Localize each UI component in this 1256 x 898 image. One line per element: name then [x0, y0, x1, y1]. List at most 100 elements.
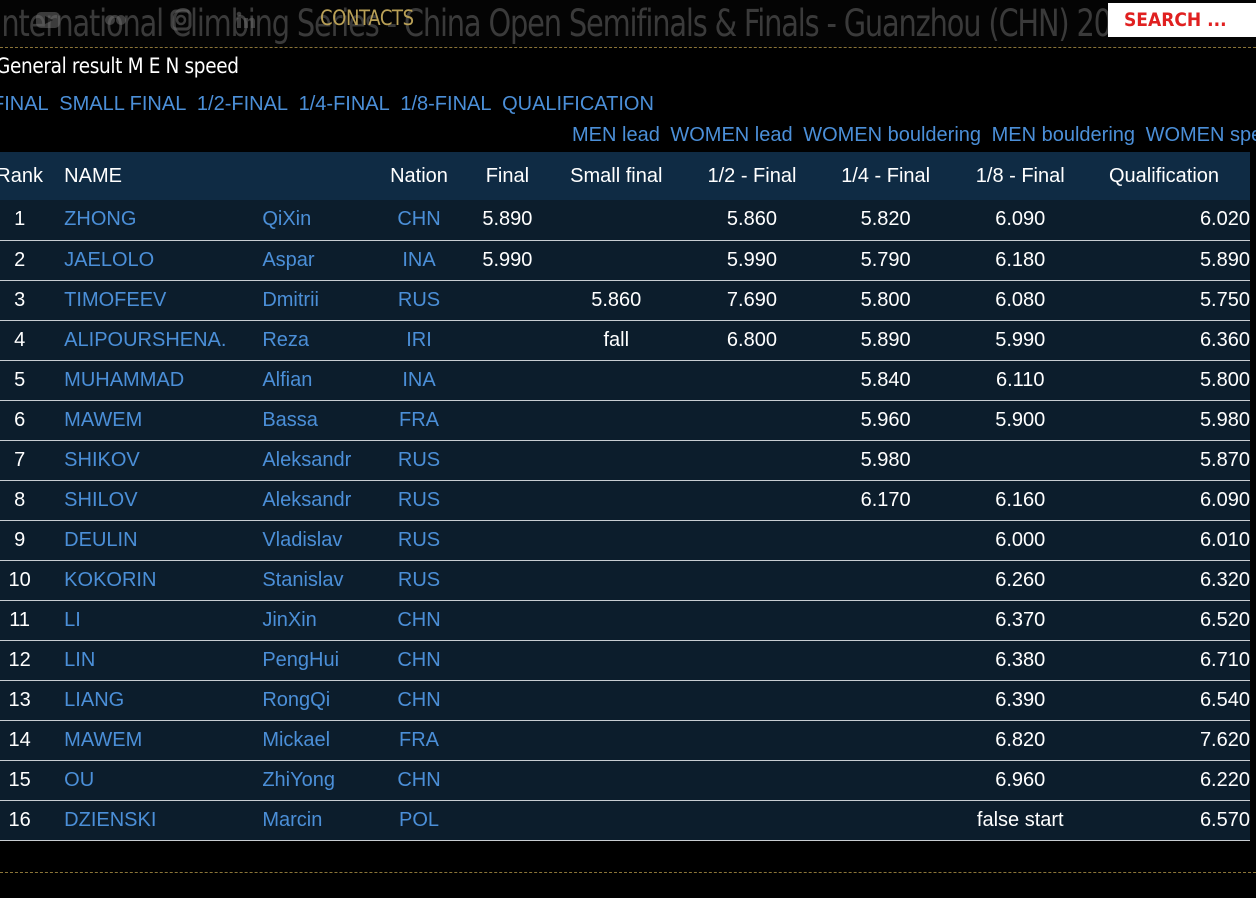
athlete-firstname-link[interactable]: QiXin — [262, 200, 368, 241]
nation-link[interactable]: RUS — [367, 520, 471, 561]
youtube-icon[interactable] — [34, 8, 62, 32]
round-link-quarterfinal[interactable]: 1/4-FINAL — [299, 93, 390, 115]
nation-link[interactable]: CHN — [367, 760, 471, 801]
athlete-lastname-link[interactable]: KOKORIN — [64, 560, 263, 601]
eighthfinal-time-cell: 6.110 — [955, 360, 1085, 401]
small-final-time-cell: 5.860 — [544, 280, 689, 321]
nation-link[interactable]: POL — [367, 800, 471, 841]
header-quarterfinal[interactable]: 1/4 - Final — [816, 152, 956, 200]
athlete-lastname-link[interactable]: ALIPOURSHENA. — [64, 320, 263, 361]
semifinal-time-cell — [688, 560, 816, 601]
athlete-lastname-link[interactable]: TIMOFEEV — [64, 280, 263, 321]
round-link-semifinal[interactable]: 1/2-FINAL — [197, 93, 288, 115]
athlete-firstname-link[interactable]: Alfian — [262, 360, 368, 401]
athlete-lastname-link[interactable]: LIN — [64, 640, 263, 681]
header-final[interactable]: Final — [470, 152, 544, 200]
small-final-time-cell — [544, 200, 689, 241]
header-rank[interactable]: Rank — [0, 152, 45, 200]
athlete-lastname-link[interactable]: LI — [64, 600, 263, 641]
eighthfinal-time-cell: 6.080 — [955, 280, 1085, 321]
athlete-firstname-link[interactable]: Vladislav — [262, 520, 368, 561]
athlete-firstname-link[interactable]: Bassa — [262, 400, 368, 441]
semifinal-time-cell — [688, 800, 816, 841]
small-final-time-cell — [544, 760, 689, 801]
header-eighthfinal[interactable]: 1/8 - Final — [956, 152, 1085, 200]
athlete-lastname-link[interactable]: ZHONG — [64, 200, 263, 241]
category-link-women-speed[interactable]: WOMEN speed — [1146, 124, 1256, 146]
nation-link[interactable]: FRA — [367, 720, 471, 761]
round-link-small-final[interactable]: SMALL FINAL — [59, 93, 186, 115]
search-box[interactable] — [1108, 3, 1256, 37]
athlete-firstname-link[interactable]: ZhiYong — [262, 760, 368, 801]
nation-link[interactable]: RUS — [367, 480, 471, 521]
athlete-lastname-link[interactable]: OU — [64, 760, 263, 801]
category-link-men-lead[interactable]: MEN lead — [572, 124, 660, 146]
final-time-cell: 5.990 — [470, 240, 545, 281]
spacer-cell — [45, 560, 65, 601]
nation-link[interactable]: IRI — [367, 320, 471, 361]
athlete-firstname-link[interactable]: JinXin — [262, 600, 368, 641]
header-name[interactable]: NAME — [64, 152, 262, 200]
instagram-icon[interactable] — [167, 8, 195, 32]
category-link-women-lead[interactable]: WOMEN lead — [670, 124, 792, 146]
athlete-firstname-link[interactable]: Aleksandr — [262, 480, 368, 521]
nation-link[interactable]: RUS — [367, 560, 471, 601]
nation-link[interactable]: CHN — [367, 200, 471, 241]
eighthfinal-time-cell: 6.390 — [955, 680, 1085, 721]
semifinal-time-cell — [688, 360, 816, 401]
rank-cell: 8 — [0, 480, 46, 521]
athlete-lastname-link[interactable]: MAWEM — [64, 400, 263, 441]
athlete-lastname-link[interactable]: JAELOLO — [64, 240, 263, 281]
small-final-time-cell — [544, 400, 689, 441]
qualification-time-cell: 6.360 — [1084, 320, 1250, 361]
round-link-final[interactable]: FINAL — [0, 93, 49, 115]
nation-link[interactable]: CHN — [367, 600, 471, 641]
athlete-firstname-link[interactable]: Marcin — [262, 800, 368, 841]
athlete-lastname-link[interactable]: MAWEM — [64, 720, 263, 761]
athlete-lastname-link[interactable]: SHIKOV — [64, 440, 263, 481]
nation-link[interactable]: CHN — [367, 680, 471, 721]
category-link-women-bouldering[interactable]: WOMEN bouldering — [803, 124, 981, 146]
athlete-lastname-link[interactable]: DEULIN — [64, 520, 263, 561]
search-input[interactable] — [1108, 3, 1256, 37]
header-semifinal[interactable]: 1/2 - Final — [688, 152, 816, 200]
athlete-lastname-link[interactable]: DZIENSKI — [64, 800, 263, 841]
qualification-time-cell: 6.540 — [1084, 680, 1250, 721]
athlete-firstname-link[interactable]: Aleksandr — [262, 440, 368, 481]
athlete-firstname-link[interactable]: RongQi — [262, 680, 368, 721]
athlete-lastname-link[interactable]: LIANG — [64, 680, 263, 721]
athlete-lastname-link[interactable]: MUHAMMAD — [64, 360, 263, 401]
nation-link[interactable]: RUS — [367, 280, 471, 321]
nation-link[interactable]: RUS — [367, 440, 471, 481]
quarterfinal-time-cell — [815, 800, 956, 841]
semifinal-time-cell — [688, 440, 816, 481]
nation-link[interactable]: CHN — [367, 640, 471, 681]
athlete-firstname-link[interactable]: Stanislav — [262, 560, 368, 601]
athlete-firstname-link[interactable]: Dmitrii — [262, 280, 368, 321]
semifinal-time-cell: 6.800 — [688, 320, 816, 361]
nation-link[interactable]: INA — [367, 360, 471, 401]
header-small-final[interactable]: Small final — [544, 152, 688, 200]
qualification-time-cell: 5.750 — [1084, 280, 1250, 321]
final-time-cell — [470, 280, 545, 321]
round-link-qualification[interactable]: QUALIFICATION — [502, 93, 654, 115]
table-row: 14 MAWEM Mickael FRA 6.820 7.620 — [0, 720, 1250, 761]
category-link-men-bouldering[interactable]: MEN bouldering — [992, 124, 1135, 146]
rank-cell: 3 — [0, 280, 46, 321]
flickr-icon[interactable] — [101, 8, 129, 32]
athlete-firstname-link[interactable]: Aspar — [262, 240, 368, 281]
athlete-firstname-link[interactable]: Mickael — [262, 720, 368, 761]
quarterfinal-time-cell — [815, 720, 956, 761]
eighthfinal-time-cell — [955, 440, 1085, 481]
header-qualification[interactable]: Qualification — [1085, 152, 1250, 200]
athlete-firstname-link[interactable]: Reza — [262, 320, 368, 361]
header-nation[interactable]: Nation — [368, 152, 471, 200]
contacts-link[interactable]: CONTACTS — [320, 6, 414, 30]
nation-link[interactable]: FRA — [367, 400, 471, 441]
athlete-lastname-link[interactable]: SHILOV — [64, 480, 263, 521]
athlete-firstname-link[interactable]: PengHui — [262, 640, 368, 681]
linkedin-icon[interactable] — [231, 8, 259, 32]
round-link-eighthfinal[interactable]: 1/8-FINAL — [400, 93, 491, 115]
eighthfinal-time-cell: 6.260 — [955, 560, 1085, 601]
nation-link[interactable]: INA — [367, 240, 471, 281]
